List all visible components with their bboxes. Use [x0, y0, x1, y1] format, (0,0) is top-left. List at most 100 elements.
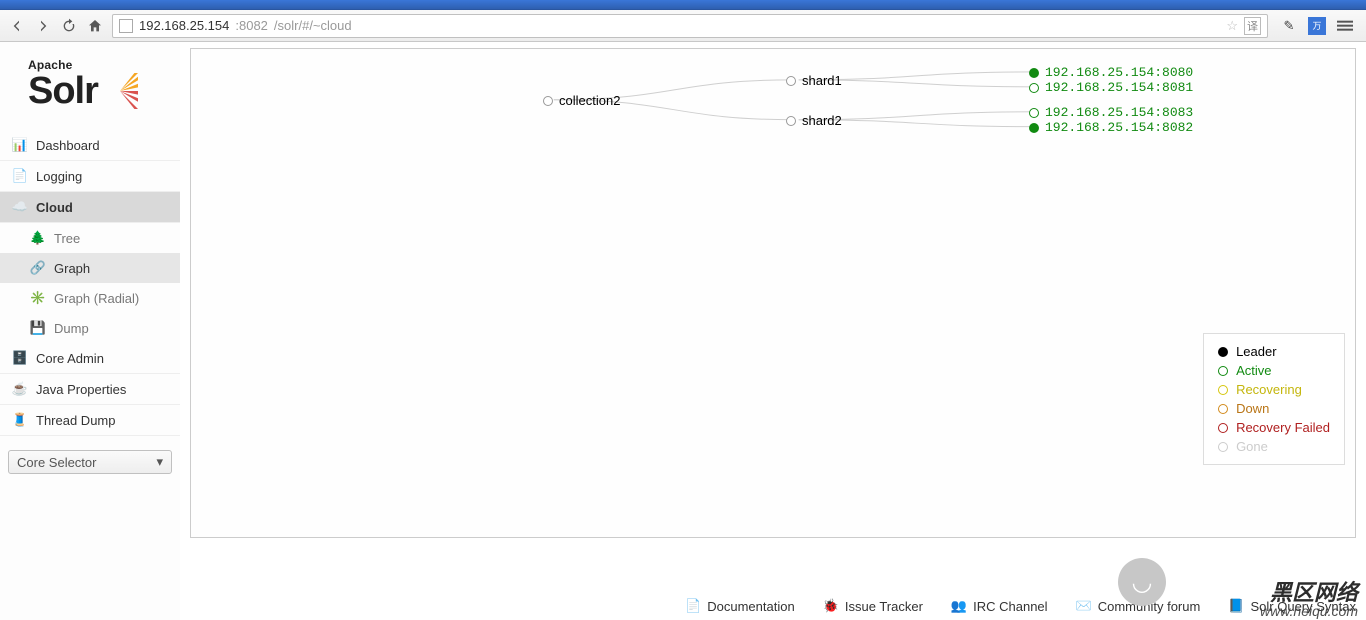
nav-dashboard[interactable]: 📊 Dashboard [0, 130, 180, 161]
menu-icon[interactable] [1336, 17, 1354, 35]
replica-label: 192.168.25.154:8082 [1045, 120, 1193, 135]
book-icon: 📘 [1228, 598, 1244, 614]
page-icon [119, 19, 133, 33]
replica-label: 192.168.25.154:8081 [1045, 80, 1193, 95]
cloud-graph-panel: collection2 shard1 shard2 192.168.25.154… [190, 48, 1356, 538]
dashboard-icon: 📊 [12, 137, 28, 153]
nav-label: Dump [54, 321, 89, 336]
nav-label: Graph [54, 261, 90, 276]
cloud-icon: ☁️ [12, 199, 28, 215]
node-label: shard2 [802, 113, 842, 128]
graph-node-collection[interactable]: collection2 [543, 93, 620, 108]
forward-button[interactable] [34, 17, 52, 35]
nav-label: Logging [36, 169, 82, 184]
footer-label: Documentation [707, 599, 794, 614]
legend-label: Recovery Failed [1236, 420, 1330, 435]
graph-replica-s2r2[interactable]: 192.168.25.154:8082 [1029, 120, 1193, 135]
footer-issue-tracker[interactable]: 🐞 Issue Tracker [823, 598, 923, 614]
legend: Leader Active Recovering Down Recovery F… [1203, 333, 1345, 465]
sun-icon [102, 73, 138, 109]
graph-radial-icon: ✳️ [30, 290, 46, 306]
nav-cloud[interactable]: ☁️ Cloud [0, 192, 180, 223]
main-content: collection2 shard1 shard2 192.168.25.154… [180, 42, 1366, 620]
footer-label: Issue Tracker [845, 599, 923, 614]
chevron-down-icon: ▾ [156, 454, 163, 470]
nav-label: Dashboard [36, 138, 100, 153]
legend-recovery-failed: Recovery Failed [1218, 418, 1330, 437]
nav-core-admin[interactable]: 🗄️ Core Admin [0, 343, 180, 374]
footer-irc[interactable]: 👥 IRC Channel [951, 598, 1048, 614]
back-button[interactable] [8, 17, 26, 35]
legend-down: Down [1218, 399, 1330, 418]
nav-java-properties[interactable]: ☕ Java Properties [0, 374, 180, 405]
core-admin-icon: 🗄️ [12, 350, 28, 366]
browser-toolbar: 192.168.25.154 :8082/solr/#/~cloud ☆ 译 ✎ … [0, 10, 1366, 42]
url-port: :8082 [235, 18, 268, 33]
graph-replica-s1r1[interactable]: 192.168.25.154:8080 [1029, 65, 1193, 80]
node-circle-icon [786, 116, 796, 126]
evernote-icon[interactable]: ✎ [1280, 17, 1298, 35]
watermark-logo-icon: ◡ [1118, 558, 1166, 606]
logging-icon: 📄 [12, 168, 28, 184]
legend-leader: Leader [1218, 342, 1330, 361]
legend-recovering: Recovering [1218, 380, 1330, 399]
logo-text: Solr [28, 72, 98, 110]
bug-icon: 🐞 [823, 598, 839, 614]
footer-links: 📄 Documentation 🐞 Issue Tracker 👥 IRC Chann… [685, 598, 1356, 614]
graph-node-shard1[interactable]: shard1 [786, 73, 842, 88]
nav-thread-dump[interactable]: 🧵 Thread Dump [0, 405, 180, 436]
url-host: 192.168.25.154 [139, 18, 229, 33]
legend-label: Down [1236, 401, 1269, 416]
replica-label: 192.168.25.154:8080 [1045, 65, 1193, 80]
users-icon: 👥 [951, 598, 967, 614]
dump-icon: 💾 [30, 320, 46, 336]
nav-cloud-dump[interactable]: 💾 Dump [0, 313, 180, 343]
nav-label: Graph (Radial) [54, 291, 139, 306]
graph-replica-s2r1[interactable]: 192.168.25.154:8083 [1029, 105, 1193, 120]
legend-label: Active [1236, 363, 1271, 378]
tree-icon: 🌲 [30, 230, 46, 246]
node-label: shard1 [802, 73, 842, 88]
core-selector-label: Core Selector [17, 455, 96, 470]
graph-node-shard2[interactable]: shard2 [786, 113, 842, 128]
footer-label: Solr Query Syntax [1251, 599, 1357, 614]
legend-gone: Gone [1218, 437, 1330, 456]
home-button[interactable] [86, 17, 104, 35]
nav-cloud-graph[interactable]: 🔗 Graph [0, 253, 180, 283]
leader-circle-icon [1029, 123, 1039, 133]
solr-logo: Apache Solr [0, 48, 180, 130]
nav-logging[interactable]: 📄 Logging [0, 161, 180, 192]
node-label: collection2 [559, 93, 620, 108]
replica-label: 192.168.25.154:8083 [1045, 105, 1193, 120]
graph-replica-s1r2[interactable]: 192.168.25.154:8081 [1029, 80, 1193, 95]
nav-label: Cloud [36, 200, 73, 215]
java-icon: ☕ [12, 381, 28, 397]
nav-cloud-graph-radial[interactable]: ✳️ Graph (Radial) [0, 283, 180, 313]
active-circle-icon [1029, 108, 1039, 118]
nav-cloud-tree[interactable]: 🌲 Tree [0, 223, 180, 253]
translate-icon[interactable]: 译 [1244, 17, 1261, 35]
legend-label: Leader [1236, 344, 1276, 359]
nav-label: Tree [54, 231, 80, 246]
bookmark-star-icon[interactable]: ☆ [1226, 18, 1238, 34]
address-bar[interactable]: 192.168.25.154 :8082/solr/#/~cloud ☆ 译 [112, 14, 1268, 38]
thread-dump-icon: 🧵 [12, 412, 28, 428]
reload-button[interactable] [60, 17, 78, 35]
node-circle-icon [786, 76, 796, 86]
footer-label: IRC Channel [973, 599, 1047, 614]
nav-label: Java Properties [36, 382, 126, 397]
nav-label: Core Admin [36, 351, 104, 366]
footer-documentation[interactable]: 📄 Documentation [685, 598, 795, 614]
node-circle-icon [543, 96, 553, 106]
nav-label: Thread Dump [36, 413, 115, 428]
url-path: /solr/#/~cloud [274, 18, 352, 33]
browser-tab-strip [0, 0, 1366, 10]
footer-query-syntax[interactable]: 📘 Solr Query Syntax [1228, 598, 1356, 614]
graph-icon: 🔗 [30, 260, 46, 276]
core-selector-dropdown[interactable]: Core Selector ▾ [8, 450, 172, 474]
extension-icons: ✎ 万 [1276, 17, 1358, 35]
proxy-ext-icon[interactable]: 万 [1308, 17, 1326, 35]
sidebar: Apache Solr 📊 Dashboard 📄 Logging ☁️ Clo… [0, 42, 180, 620]
leader-circle-icon [1029, 68, 1039, 78]
doc-icon: 📄 [685, 598, 701, 614]
